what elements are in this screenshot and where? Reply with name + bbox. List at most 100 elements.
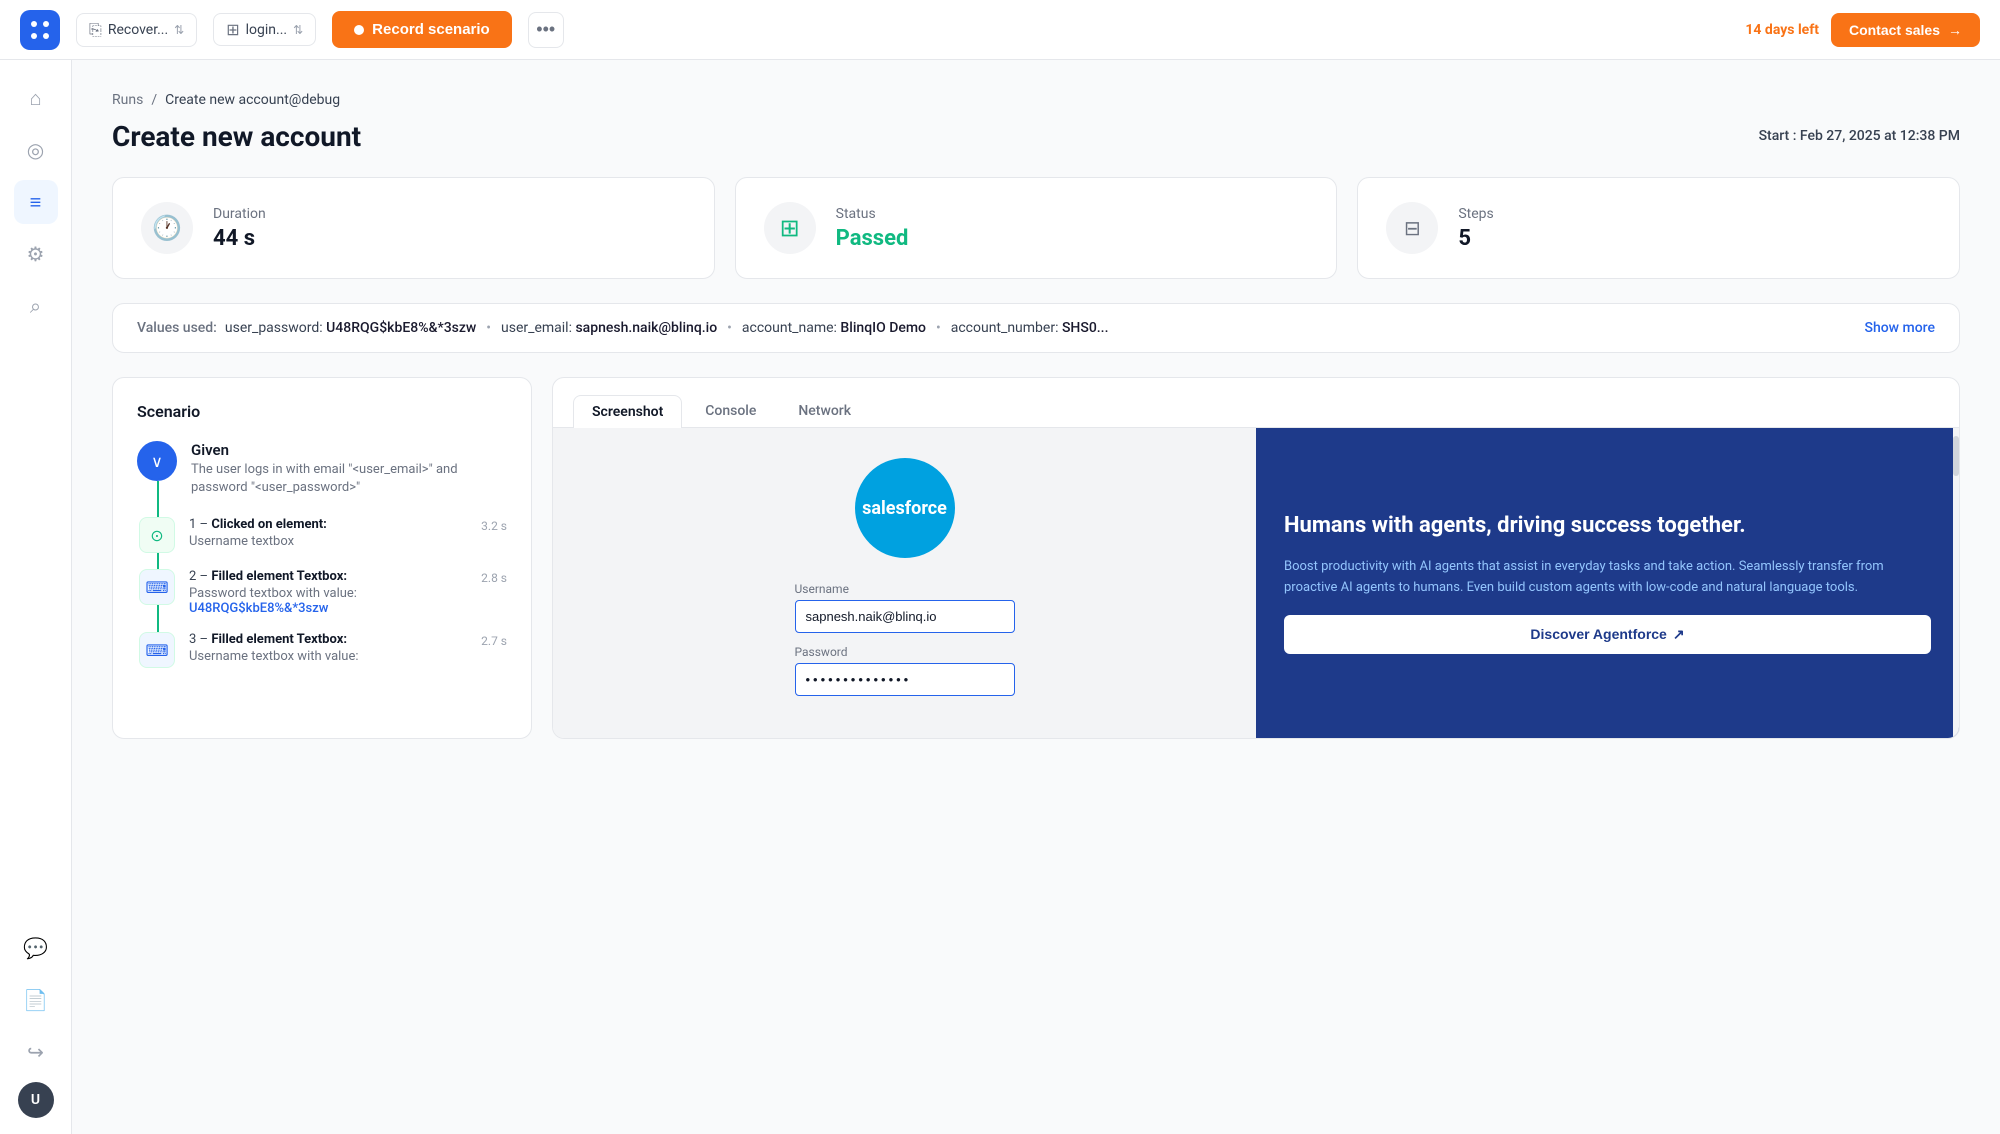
sidebar-item-settings[interactable]: ⚙ bbox=[14, 232, 58, 276]
given-desc: The user logs in with email "<user_email… bbox=[191, 461, 507, 497]
discover-agentforce-button[interactable]: Discover Agentforce ↗ bbox=[1284, 615, 1931, 654]
value-val-3: BlinqIO Demo bbox=[840, 320, 926, 336]
value-key-2: user_email: bbox=[501, 320, 572, 336]
given-circle: ∨ bbox=[137, 441, 177, 481]
value-pair-4: account_number: SHS0... bbox=[951, 320, 1109, 336]
record-button[interactable]: Record scenario bbox=[332, 11, 512, 48]
scrollbar-thumb bbox=[1953, 436, 1959, 476]
step-2-link[interactable]: U48RQG$kbE8%&*3szw bbox=[189, 601, 328, 616]
recover-selector[interactable]: ⎘ Recover... ⇅ bbox=[76, 13, 197, 47]
sidebar-item-runs[interactable]: ≡ bbox=[14, 180, 58, 224]
scenario-title: Scenario bbox=[137, 402, 507, 421]
show-more-button[interactable]: Show more bbox=[1864, 320, 1935, 336]
step-2-detail: Password textbox with value: U48RQG$kbE8… bbox=[189, 586, 467, 616]
value-pair-1: user_password: U48RQG$kbE8%&*3szw bbox=[225, 320, 476, 336]
sidebar-item-home[interactable]: ⌂ bbox=[14, 76, 58, 120]
record-label: Record scenario bbox=[372, 21, 490, 38]
breadcrumb-runs-link[interactable]: Runs bbox=[112, 92, 143, 108]
sidebar: ⌂ ◎ ≡ ⚙ ⌕ 💬 📄 ↪ U bbox=[0, 60, 72, 1134]
login-icon: ⊞ bbox=[226, 20, 239, 39]
contact-label: Contact sales bbox=[1849, 22, 1940, 38]
step-3-dash: – bbox=[200, 632, 212, 647]
steps-card: ⊟ Steps 5 bbox=[1357, 177, 1960, 279]
main-content: Runs / Create new account@debug Create n… bbox=[72, 60, 2000, 1134]
salesforce-logo: salesforce bbox=[855, 458, 955, 558]
step-1: ⊙ 1 – Clicked on element: Username textb… bbox=[137, 517, 507, 553]
step-2-time: 2.8 s bbox=[481, 569, 507, 585]
days-count: 14 days bbox=[1745, 22, 1794, 38]
breadcrumb: Runs / Create new account@debug bbox=[112, 92, 1960, 108]
duration-icon: 🕐 bbox=[141, 202, 193, 254]
values-prefix: Values used: bbox=[137, 320, 217, 336]
given-item: ∨ Given The user logs in with email "<us… bbox=[137, 441, 507, 497]
page-title: Create new account bbox=[112, 120, 361, 153]
step-2-icon: ⌨ bbox=[139, 569, 175, 605]
panel-scrollbar[interactable] bbox=[1953, 428, 1959, 738]
step-2-title: 2 – Filled element Textbox: bbox=[189, 569, 467, 584]
stats-row: 🕐 Duration 44 s ⊞ Status Passed ⊟ Steps … bbox=[112, 177, 1960, 279]
step-1-action: Clicked on element: bbox=[211, 517, 327, 532]
password-input bbox=[795, 663, 1015, 696]
duration-label: Duration bbox=[213, 206, 266, 222]
page-header: Create new account Start : Feb 27, 2025 … bbox=[112, 120, 1960, 153]
step-3-time: 2.7 s bbox=[481, 632, 507, 648]
sidebar-item-logout[interactable]: ↪ bbox=[14, 1030, 58, 1074]
tab-network[interactable]: Network bbox=[779, 394, 870, 427]
more-button[interactable]: ••• bbox=[528, 12, 564, 48]
sidebar-item-chat[interactable]: 💬 bbox=[14, 926, 58, 970]
username-label: Username bbox=[795, 582, 1015, 596]
sidebar-item-docs[interactable]: 📄 bbox=[14, 978, 58, 1022]
given-label: Given bbox=[191, 441, 507, 459]
sep-1: • bbox=[486, 320, 491, 336]
docs-icon: 📄 bbox=[23, 988, 48, 1012]
sf-headline: Humans with agents, driving success toge… bbox=[1284, 512, 1931, 541]
value-pair-2: user_email: sapnesh.naik@blinq.io bbox=[501, 320, 717, 336]
step-1-number: 1 bbox=[189, 517, 196, 532]
external-link-icon: ↗ bbox=[1673, 626, 1685, 643]
discover-label: Discover Agentforce bbox=[1530, 626, 1666, 642]
value-key-4: account_number: bbox=[951, 320, 1059, 336]
logo-icon bbox=[28, 18, 52, 42]
contact-sales-button[interactable]: Contact sales → bbox=[1831, 13, 1980, 47]
salesforce-logo-text: salesforce bbox=[862, 498, 947, 519]
avatar-initials: U bbox=[31, 1092, 40, 1108]
record-dot bbox=[354, 25, 364, 35]
login-selector[interactable]: ⊞ login... ⇅ bbox=[213, 13, 316, 46]
app-logo[interactable] bbox=[20, 10, 60, 50]
password-field: Password bbox=[795, 645, 1015, 696]
status-icon: ⊞ bbox=[764, 202, 816, 254]
steps-label: Steps bbox=[1458, 206, 1493, 222]
username-input bbox=[795, 600, 1015, 633]
sf-promo-area: Humans with agents, driving success toge… bbox=[1256, 428, 1959, 738]
topbar: ⎘ Recover... ⇅ ⊞ login... ⇅ Record scena… bbox=[0, 0, 2000, 60]
value-key-3: account_name: bbox=[742, 320, 837, 336]
values-content: user_password: U48RQG$kbE8%&*3szw • user… bbox=[225, 320, 1849, 336]
steps-info: Steps 5 bbox=[1458, 206, 1493, 251]
recover-label: Recover... bbox=[108, 22, 168, 38]
step-3-title: 3 – Filled element Textbox: bbox=[189, 632, 467, 647]
timeline: ∨ Given The user logs in with email "<us… bbox=[137, 441, 507, 668]
step-1-time: 3.2 s bbox=[481, 517, 507, 533]
password-label: Password bbox=[795, 645, 1015, 659]
screenshot-panel: Screenshot Console Network salesforce Us… bbox=[552, 377, 1960, 739]
sidebar-item-tests[interactable]: ◎ bbox=[14, 128, 58, 172]
start-time: Start : Feb 27, 2025 at 12:38 PM bbox=[1759, 120, 1960, 144]
duration-card: 🕐 Duration 44 s bbox=[112, 177, 715, 279]
step-3-icon: ⌨ bbox=[139, 632, 175, 668]
step-2: ⌨ 2 – Filled element Textbox: Password t… bbox=[137, 569, 507, 616]
panel-tabs: Screenshot Console Network bbox=[553, 378, 1959, 428]
sf-login-area: salesforce Username Password bbox=[553, 428, 1256, 738]
recover-chevron: ⇅ bbox=[174, 23, 184, 37]
avatar[interactable]: U bbox=[18, 1082, 54, 1118]
sf-screenshot: salesforce Username Password bbox=[553, 428, 1959, 738]
sf-body: Boost productivity with AI agents that a… bbox=[1284, 557, 1931, 599]
step-2-number: 2 bbox=[189, 569, 196, 584]
contact-arrow: → bbox=[1948, 22, 1962, 38]
sidebar-item-search[interactable]: ⌕ bbox=[14, 284, 58, 328]
login-chevron: ⇅ bbox=[293, 23, 303, 37]
home-icon: ⌂ bbox=[29, 86, 41, 111]
runs-icon: ≡ bbox=[30, 190, 42, 215]
tab-screenshot[interactable]: Screenshot bbox=[573, 395, 682, 428]
tab-console[interactable]: Console bbox=[686, 394, 775, 427]
status-info: Status Passed bbox=[836, 206, 909, 251]
